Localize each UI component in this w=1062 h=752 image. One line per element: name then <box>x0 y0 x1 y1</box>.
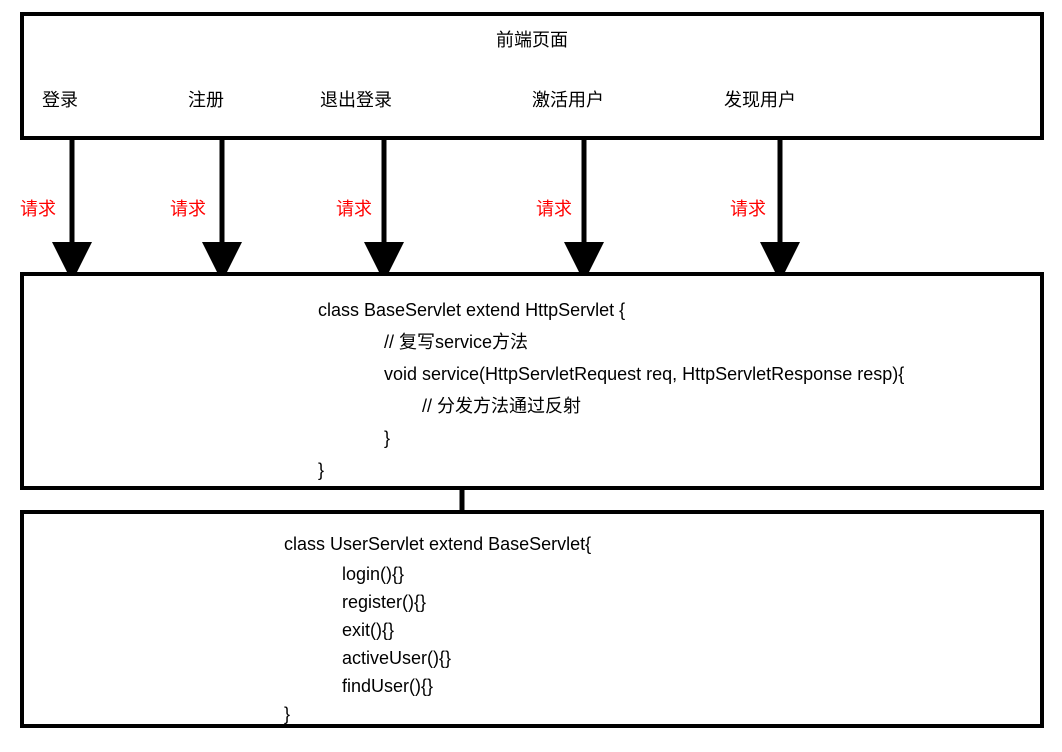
action-activate: 激活用户 <box>532 86 604 112</box>
code-line: class BaseServlet extend HttpServlet { <box>24 294 1040 326</box>
base-servlet-box: class BaseServlet extend HttpServlet { /… <box>20 272 1044 490</box>
code-line: activeUser(){} <box>24 644 1040 672</box>
action-logout: 退出登录 <box>320 86 392 112</box>
code-line: // 复写service方法 <box>24 326 1040 358</box>
code-line: register(){} <box>24 588 1040 616</box>
arrow-label-4: 请求 <box>536 195 572 221</box>
arrow-label-3: 请求 <box>336 195 372 221</box>
arrow-label-5: 请求 <box>730 195 766 221</box>
code-line: class UserServlet extend BaseServlet{ <box>24 528 1040 560</box>
code-line: } <box>24 422 1040 454</box>
code-line: exit(){} <box>24 616 1040 644</box>
code-line: login(){} <box>24 560 1040 588</box>
user-servlet-box: class UserServlet extend BaseServlet{ lo… <box>20 510 1044 728</box>
frontend-title: 前端页面 <box>24 26 1040 52</box>
code-line: // 分发方法通过反射 <box>24 390 1040 422</box>
code-line: } <box>24 700 1040 728</box>
code-line: findUser(){} <box>24 672 1040 700</box>
code-line: } <box>24 454 1040 486</box>
code-line: void service(HttpServletRequest req, Htt… <box>24 358 1040 390</box>
arrow-label-2: 请求 <box>170 195 206 221</box>
frontend-box: 前端页面 登录 注册 退出登录 激活用户 发现用户 <box>20 12 1044 140</box>
action-register: 注册 <box>188 86 224 112</box>
frontend-actions-row: 登录 注册 退出登录 激活用户 发现用户 <box>24 86 1040 112</box>
arrow-label-1: 请求 <box>20 195 56 221</box>
action-login: 登录 <box>42 86 78 112</box>
action-find: 发现用户 <box>724 86 796 112</box>
